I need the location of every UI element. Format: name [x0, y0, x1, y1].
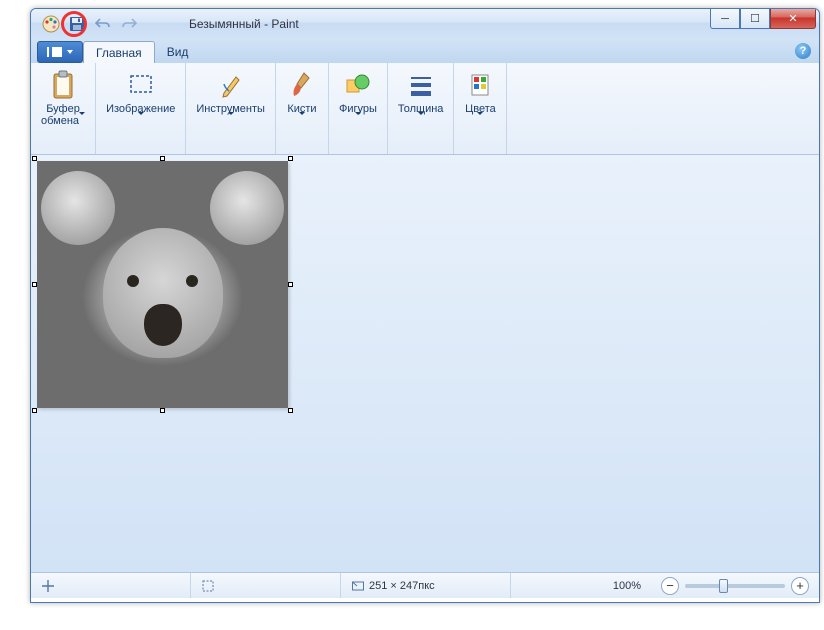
ribbon-group-clipboard: Буфер обмена [31, 63, 96, 154]
zoom-slider-thumb[interactable] [719, 579, 728, 593]
ribbon-group-brushes: Кисти [276, 63, 329, 154]
titlebar: Безымянный - Paint ─ ☐ ✕ [31, 9, 819, 39]
help-button[interactable]: ? [795, 43, 811, 59]
ribbon-group-colors: Цвета [454, 63, 507, 154]
shapes-icon [342, 69, 374, 101]
ribbon-group-tools: Инструменты [186, 63, 276, 154]
paint-app-icon[interactable] [41, 14, 61, 34]
selection-handles[interactable] [35, 159, 290, 410]
size-label: Толщина [398, 103, 444, 127]
zoom-control: − + [651, 577, 819, 595]
brushes-button[interactable]: Кисти [282, 67, 322, 129]
minimize-button[interactable]: ─ [710, 9, 740, 29]
clipboard-button[interactable]: Буфер обмена [37, 67, 89, 129]
colors-label: Цвета [465, 103, 496, 127]
quick-access-toolbar [31, 14, 139, 34]
status-cursor [31, 573, 191, 598]
shapes-label: Фигуры [339, 103, 377, 127]
canvas-area[interactable] [31, 155, 819, 572]
paint-window: Безымянный - Paint ─ ☐ ✕ Главная Вид ? Б… [30, 8, 820, 603]
maximize-button[interactable]: ☐ [740, 9, 770, 29]
ribbon-group-shapes: Фигуры [329, 63, 388, 154]
ribbon-tab-row: Главная Вид ? [31, 39, 819, 63]
undo-icon[interactable] [93, 14, 113, 34]
ribbon: Буфер обмена Изображение Инструменты [31, 63, 819, 155]
status-zoom-label: 100% [603, 573, 651, 598]
thickness-icon [405, 69, 437, 101]
tab-view[interactable]: Вид [155, 41, 201, 63]
colors-icon [464, 69, 496, 101]
clipboard-icon [47, 69, 79, 101]
redo-icon[interactable] [119, 14, 139, 34]
size-button[interactable]: Толщина [394, 67, 448, 129]
status-bar: 251 × 247пкс 100% − + [31, 572, 819, 598]
save-icon[interactable] [67, 14, 87, 34]
select-icon [125, 69, 157, 101]
tools-button[interactable]: Инструменты [192, 67, 269, 129]
brushes-label: Кисти [287, 103, 316, 127]
window-title: Безымянный - Paint [189, 17, 299, 31]
tools-label: Инструменты [196, 103, 265, 127]
zoom-slider[interactable] [685, 584, 785, 588]
zoom-in-button[interactable]: + [791, 577, 809, 595]
window-controls: ─ ☐ ✕ [710, 9, 816, 29]
status-dimensions: 251 × 247пкс [341, 573, 511, 598]
file-menu-button[interactable] [37, 41, 83, 63]
canvas-size-icon [351, 579, 365, 593]
shapes-button[interactable]: Фигуры [335, 67, 381, 129]
zoom-out-button[interactable]: − [661, 577, 679, 595]
colors-button[interactable]: Цвета [460, 67, 500, 129]
status-selection [191, 573, 341, 598]
ribbon-group-image: Изображение [96, 63, 186, 154]
cursor-pos-icon [41, 579, 55, 593]
selection-size-icon [201, 579, 215, 593]
close-button[interactable]: ✕ [770, 9, 816, 29]
image-button[interactable]: Изображение [102, 67, 179, 129]
image-label: Изображение [106, 103, 175, 127]
clipboard-label: Буфер обмена [41, 103, 85, 127]
ribbon-group-size: Толщина [388, 63, 455, 154]
brush-icon [286, 69, 318, 101]
tab-home[interactable]: Главная [83, 41, 155, 63]
pencil-icon [215, 69, 247, 101]
